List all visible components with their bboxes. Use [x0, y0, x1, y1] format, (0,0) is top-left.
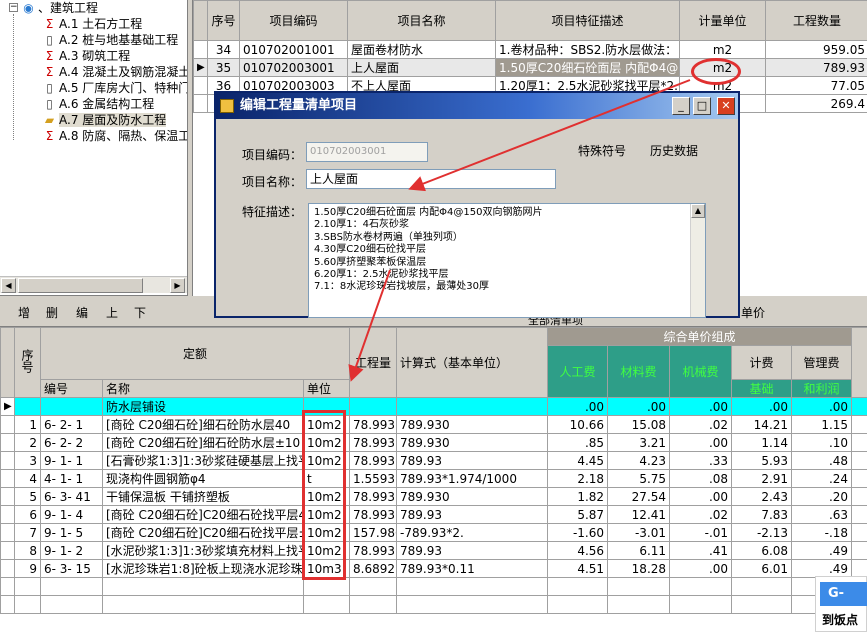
popup-text: 到饭点	[822, 613, 859, 627]
arrow-to-unit	[348, 269, 391, 382]
annotation-arrows	[348, 79, 691, 382]
arrow-to-name	[408, 79, 691, 192]
popup-badge[interactable]: G-	[820, 582, 867, 606]
